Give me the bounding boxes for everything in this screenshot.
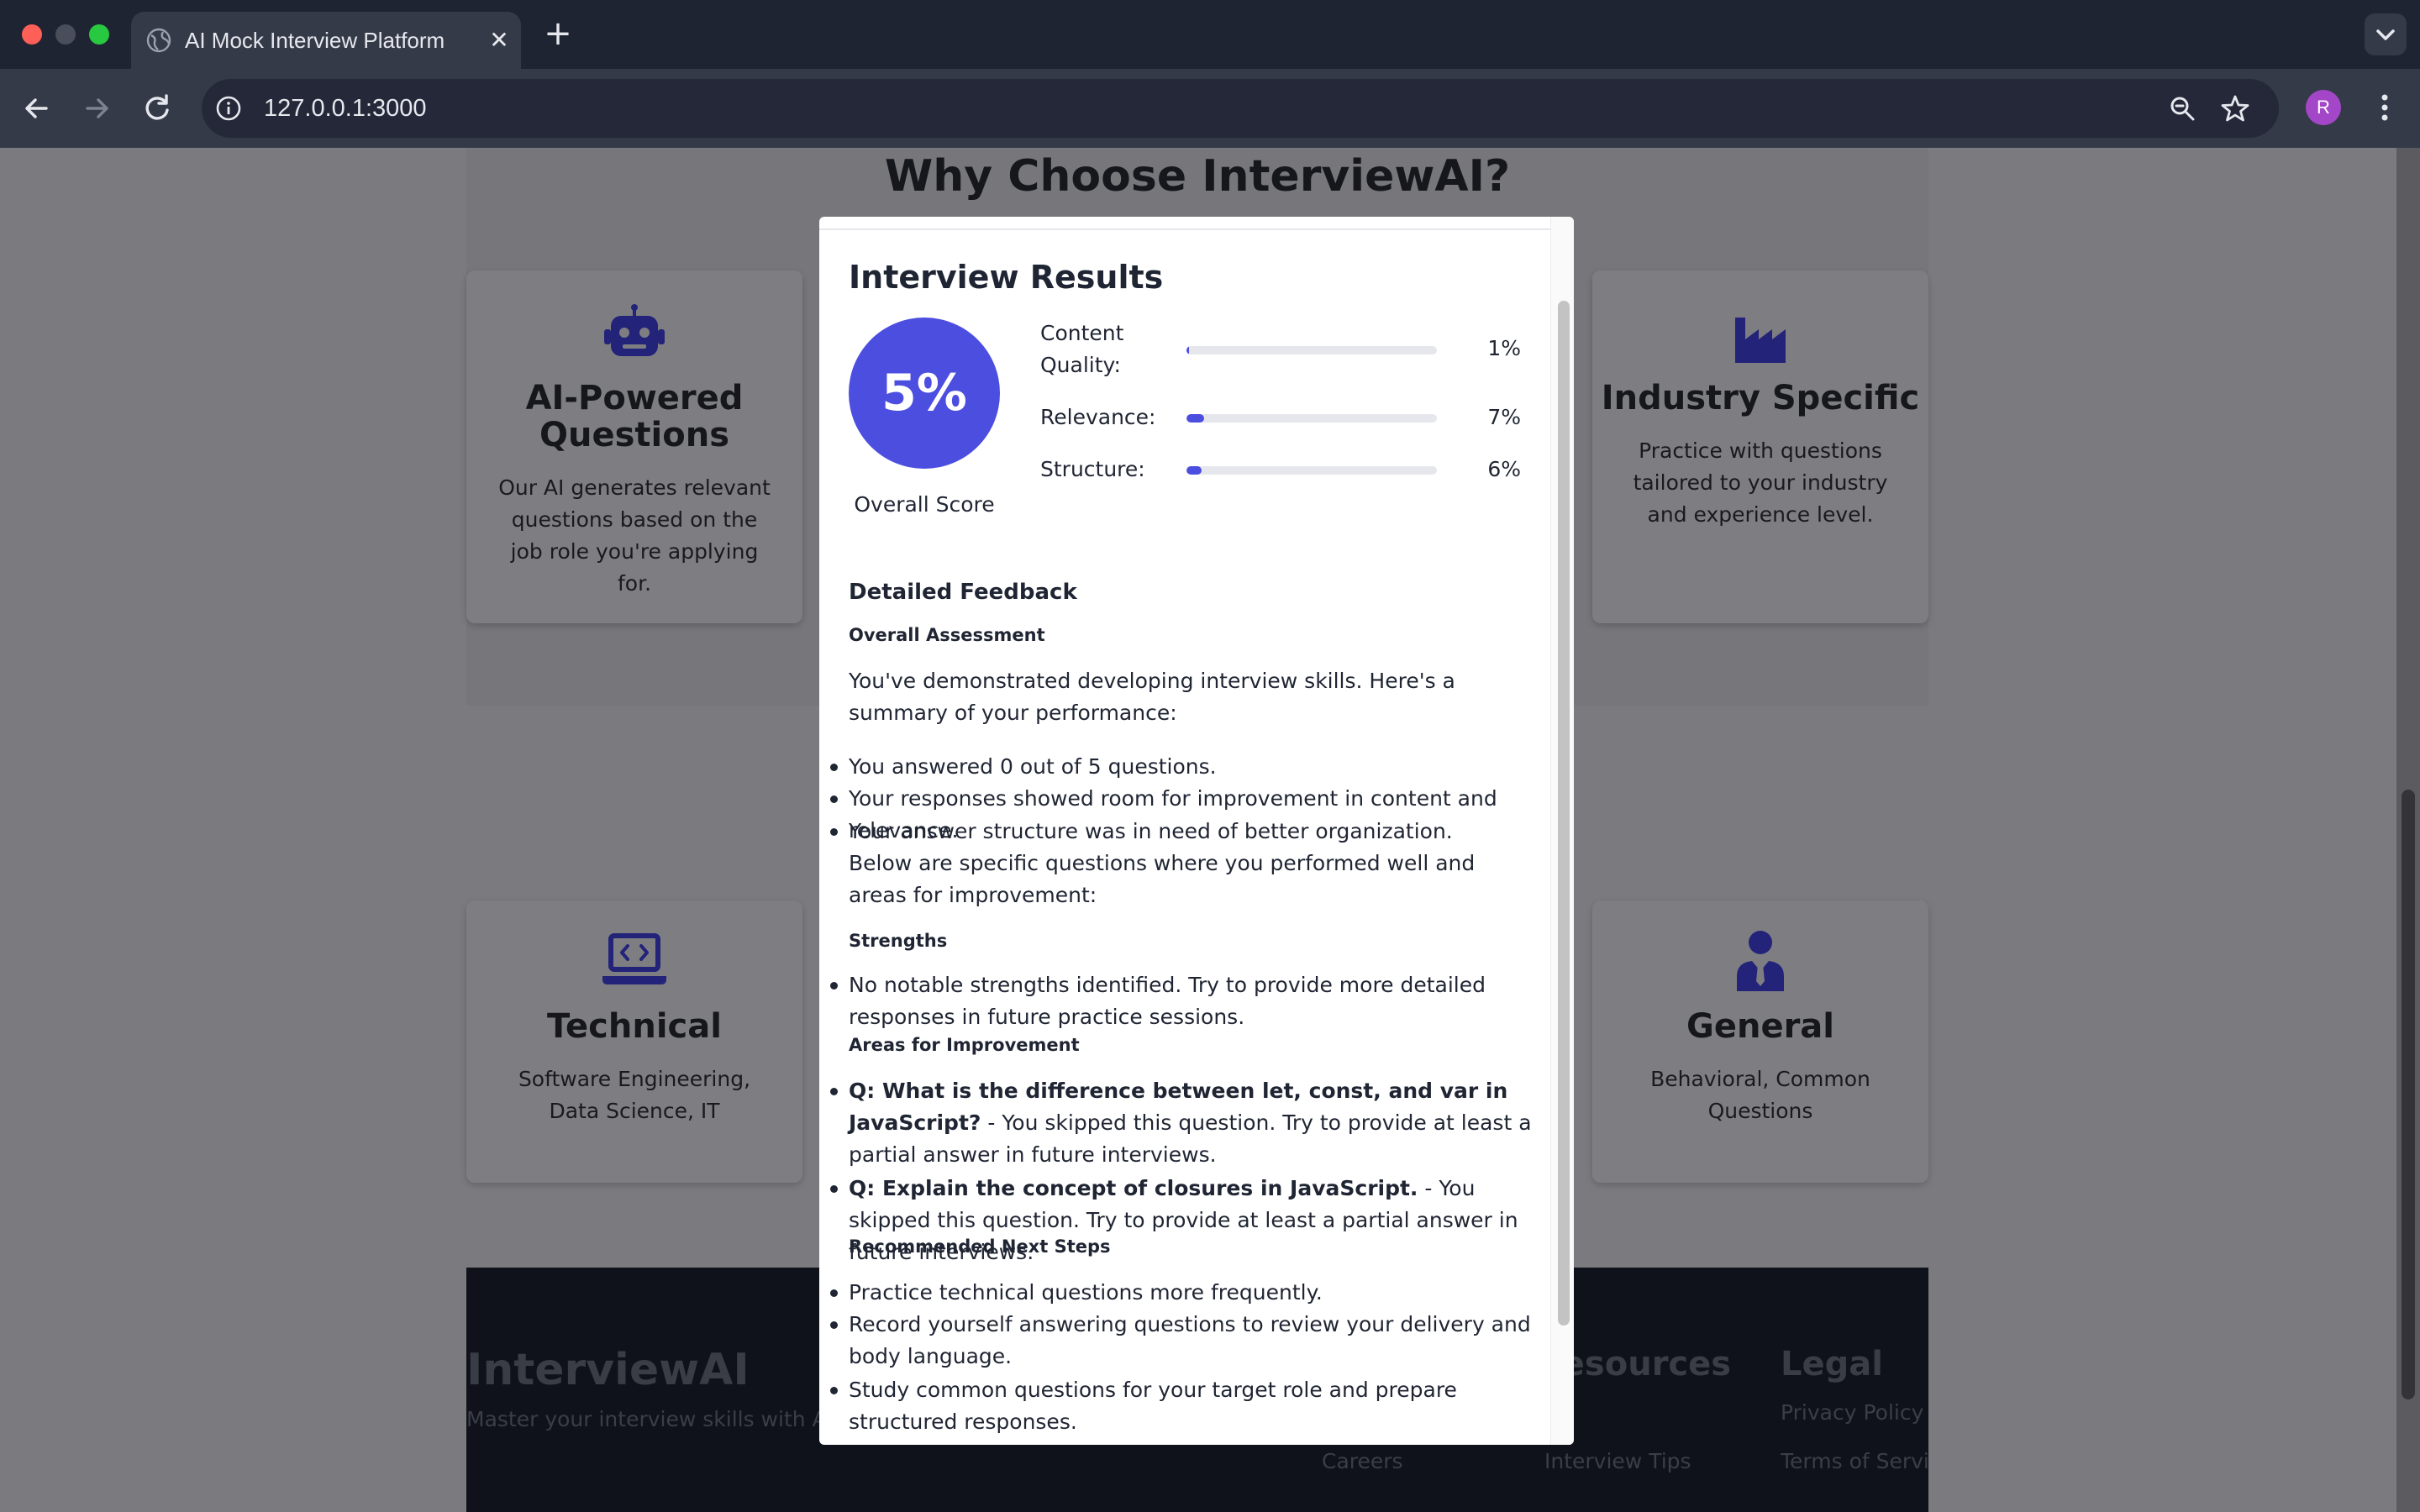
metric-bar-relevance — [1186, 414, 1437, 423]
modal-title: Interview Results — [849, 259, 1164, 296]
back-arrow-icon[interactable] — [18, 89, 56, 128]
footer-link-terms[interactable]: Terms of Service — [1781, 1449, 1928, 1473]
browser-menu-icon[interactable] — [2370, 89, 2400, 126]
browser-tab-bar: AI Mock Interview Platform ✕ + — [0, 0, 2420, 69]
page-scrollbar-thumb[interactable] — [2402, 790, 2415, 1399]
summary-item: Your answer structure was in need of bet… — [830, 816, 1538, 848]
new-tab-icon[interactable]: + — [541, 17, 575, 50]
modal-scrollbar-thumb[interactable] — [1558, 301, 1570, 1326]
window-close-button[interactable] — [22, 24, 42, 45]
feedback-heading: Detailed Feedback — [849, 580, 1077, 605]
feature-title: AI-Powered Questions — [525, 379, 744, 454]
improvement-question: Q: Explain the concept of closures in Ja… — [849, 1176, 1418, 1200]
next-steps-title: Recommended Next Steps — [849, 1236, 1111, 1257]
category-title: General — [1686, 1007, 1834, 1046]
globe-icon — [146, 28, 171, 53]
feature-card-industry-specific: Industry Specific Practice with question… — [1592, 270, 1928, 623]
category-description: Software Engineering, Data Science, IT — [518, 1067, 751, 1123]
category-card-general[interactable]: General Behavioral, Common Questions — [1592, 900, 1928, 1183]
metric-bar-structure — [1186, 466, 1437, 475]
improvement-title: Areas for Improvement — [849, 1035, 1080, 1055]
metric-value-relevance: 7% — [1487, 405, 1521, 429]
overall-assessment-text: You've demonstrated developing interview… — [849, 669, 1455, 725]
category-description: Behavioral, Common Questions — [1650, 1067, 1870, 1123]
metric-label-relevance: Relevance: — [1040, 405, 1156, 429]
results-modal: Interview Results 5% Overall Score Conte… — [819, 217, 1574, 1445]
tab-close-icon[interactable]: ✕ — [487, 29, 511, 52]
overall-assessment-title: Overall Assessment — [849, 625, 1045, 645]
improvement-item: Q: What is the difference between let, c… — [830, 1075, 1538, 1171]
browser-toolbar: 127.0.0.1:3000 — [0, 69, 2420, 148]
feature-description: Our AI generates relevant questions base… — [498, 475, 771, 596]
category-title: Technical — [547, 1007, 722, 1046]
footer-link-interview-tips[interactable]: Interview Tips — [1544, 1449, 1691, 1473]
next-step-item: Study common questions for your target r… — [830, 1374, 1538, 1438]
robot-icon — [604, 304, 665, 356]
reload-icon[interactable] — [138, 89, 176, 128]
url-text[interactable]: 127.0.0.1:3000 — [264, 79, 427, 138]
tab-title: AI Mock Interview Platform — [185, 28, 445, 53]
industry-icon — [1735, 318, 1786, 363]
site-info-icon[interactable] — [215, 95, 242, 122]
category-card-technical[interactable]: Technical Software Engineering, Data Sci… — [466, 900, 802, 1183]
metric-fill-content-quality — [1186, 346, 1189, 354]
footer-link-careers[interactable]: Careers — [1322, 1449, 1403, 1473]
strength-item: No notable strengths identified. Try to … — [830, 969, 1538, 1033]
address-bar[interactable]: 127.0.0.1:3000 — [202, 79, 2279, 138]
metric-label-content-quality: Content Quality: — [1040, 321, 1124, 377]
modal-divider — [819, 228, 1552, 230]
metric-bar-content-quality — [1186, 346, 1437, 354]
footer-brand: InterviewAI — [466, 1345, 750, 1395]
feature-card-ai-powered: AI-Powered Questions Our AI generates re… — [466, 270, 802, 623]
profile-avatar[interactable]: R — [2306, 90, 2341, 125]
metric-fill-structure — [1186, 466, 1202, 475]
metric-value-structure: 6% — [1487, 457, 1521, 481]
forward-arrow-icon[interactable] — [77, 89, 116, 128]
metric-value-content-quality: 1% — [1487, 336, 1521, 360]
feature-description: Practice with questions tailored to your… — [1633, 438, 1888, 527]
zoom-icon[interactable] — [2168, 94, 2196, 123]
window-minimize-button[interactable] — [55, 24, 76, 45]
browser-tab[interactable]: AI Mock Interview Platform ✕ — [131, 12, 521, 69]
footer-legal-title: Legal — [1781, 1345, 1883, 1383]
feature-title: Industry Specific — [1601, 379, 1920, 417]
summary-followup: Below are specific questions where you p… — [849, 851, 1476, 907]
user-tie-icon — [1737, 931, 1784, 991]
next-step-item: Record yourself answering questions to r… — [830, 1309, 1538, 1373]
summary-item: You answered 0 out of 5 questions. — [830, 751, 1538, 783]
strengths-title: Strengths — [849, 931, 948, 951]
bookmark-star-icon[interactable] — [2220, 93, 2250, 123]
overall-score-label: Overall Score — [854, 492, 995, 517]
metric-label-structure: Structure: — [1040, 457, 1145, 481]
laptop-code-icon — [602, 933, 666, 984]
chevron-down-icon — [2376, 29, 2395, 40]
metric-fill-relevance — [1186, 414, 1204, 423]
page-heading: Why Choose InterviewAI? — [884, 151, 1511, 202]
window-zoom-button[interactable] — [89, 24, 109, 45]
modal-scrollbar[interactable] — [1550, 217, 1574, 1445]
overall-score-circle: 5% — [849, 318, 1000, 469]
footer-link-privacy[interactable]: Privacy Policy — [1781, 1400, 1923, 1425]
tab-search-button[interactable] — [2365, 13, 2407, 55]
footer-tagline: Master your interview skills with AI — [466, 1407, 834, 1431]
next-step-item: Practice technical questions more freque… — [830, 1277, 1538, 1309]
